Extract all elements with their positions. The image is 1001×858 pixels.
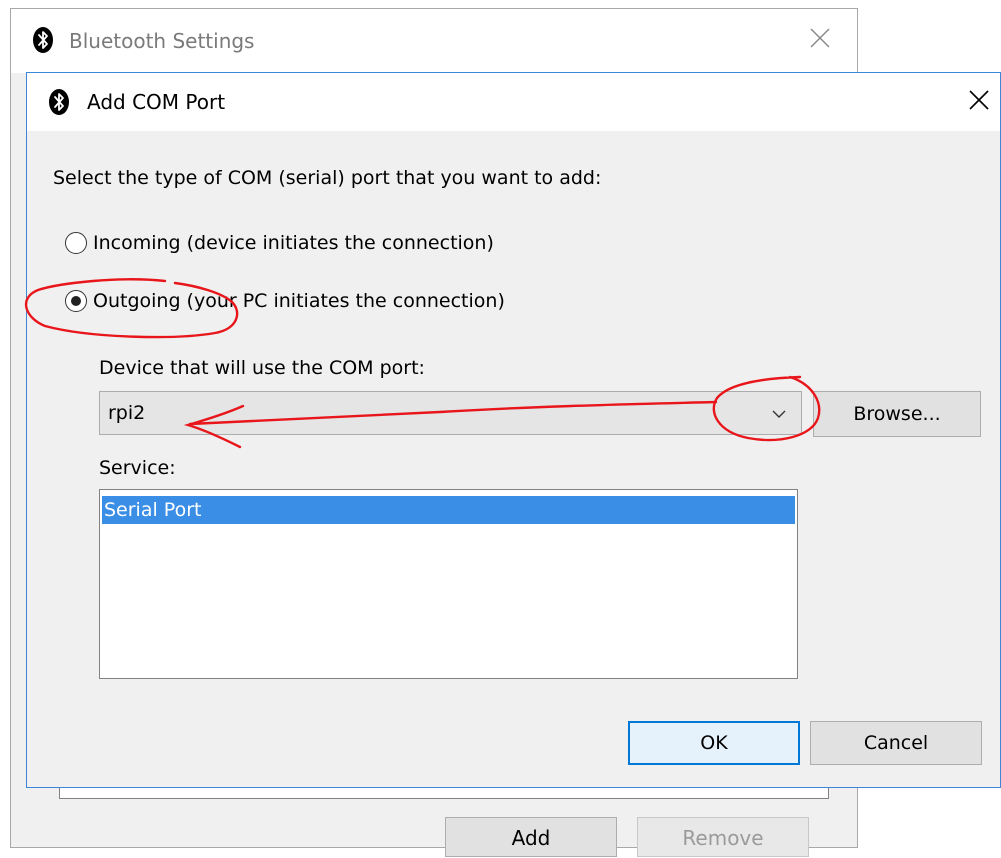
- ok-button[interactable]: OK: [628, 721, 800, 765]
- dialog-titlebar: Add COM Port: [27, 73, 1000, 131]
- outgoing-radio-label[interactable]: Outgoing (your PC initiates the connecti…: [93, 288, 505, 314]
- incoming-radio-label[interactable]: Incoming (device initiates the connectio…: [93, 230, 494, 256]
- incoming-radio-button[interactable]: [65, 232, 87, 254]
- device-dropdown[interactable]: rpi2: [99, 391, 802, 435]
- incoming-radio-option[interactable]: Incoming (device initiates the connectio…: [65, 229, 494, 257]
- outgoing-radio-option[interactable]: Outgoing (your PC initiates the connecti…: [65, 287, 505, 315]
- add-button[interactable]: Add: [445, 817, 617, 857]
- bluetooth-settings-title: Bluetooth Settings: [69, 29, 255, 53]
- list-item[interactable]: Serial Port: [102, 496, 795, 524]
- add-com-port-dialog: Add COM Port Select the type of COM (ser…: [26, 72, 1001, 788]
- remove-button[interactable]: Remove: [637, 817, 809, 857]
- chevron-down-icon[interactable]: [771, 406, 787, 422]
- service-list[interactable]: Serial Port: [99, 489, 798, 679]
- outgoing-radio-button[interactable]: [65, 290, 87, 312]
- device-label: Device that will use the COM port:: [99, 357, 425, 379]
- service-label: Service:: [99, 457, 176, 479]
- dialog-title: Add COM Port: [87, 90, 226, 114]
- browse-button[interactable]: Browse...: [813, 391, 981, 437]
- bluetooth-icon: [49, 89, 69, 115]
- device-dropdown-value: rpi2: [108, 402, 146, 424]
- port-type-prompt: Select the type of COM (serial) port tha…: [53, 167, 602, 189]
- bluetooth-settings-titlebar: Bluetooth Settings: [11, 9, 857, 73]
- bluetooth-icon: [33, 27, 53, 53]
- close-icon[interactable]: [964, 85, 994, 115]
- close-icon[interactable]: [805, 23, 835, 53]
- cancel-button[interactable]: Cancel: [810, 721, 982, 765]
